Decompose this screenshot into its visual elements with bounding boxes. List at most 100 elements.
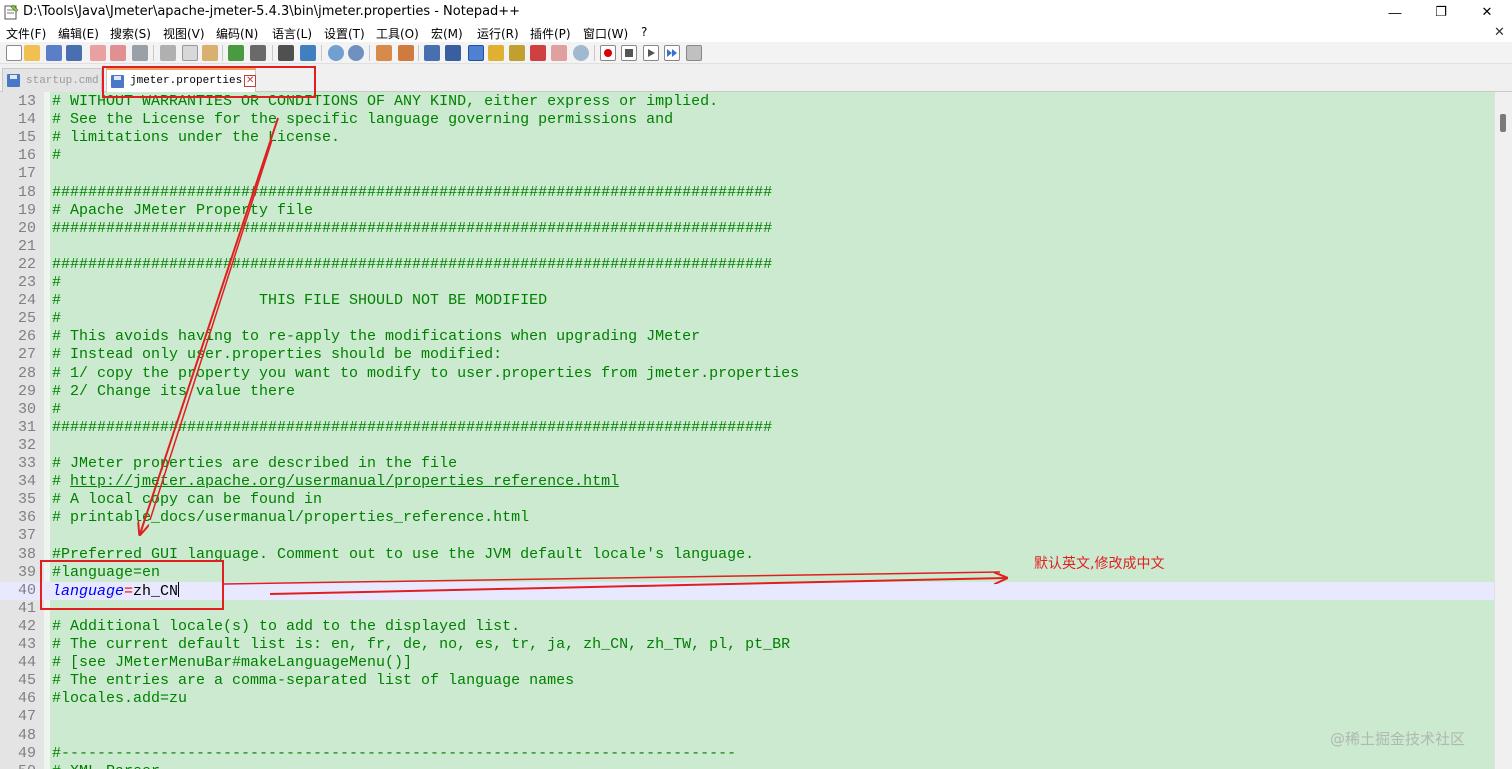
- line-number: 25: [17, 310, 36, 328]
- line-text: # [see JMeterMenuBar#makeLanguageMenu()]: [52, 654, 413, 672]
- code-line[interactable]: 45 # The entries are a comma-separated li…: [0, 672, 1494, 690]
- sync-vertical-icon[interactable]: [376, 45, 392, 61]
- code-line[interactable]: 48: [0, 727, 1494, 745]
- code-line[interactable]: 26 # This avoids having to re-apply the m…: [0, 328, 1494, 346]
- tab-label: startup.cmd: [26, 74, 99, 87]
- cut-icon[interactable]: [160, 45, 176, 61]
- close-all-icon[interactable]: [110, 45, 126, 61]
- menu-view[interactable]: 视图(V): [163, 25, 205, 42]
- monitoring-icon[interactable]: [573, 45, 589, 61]
- code-line[interactable]: 46 #locales.add=zu: [0, 690, 1494, 708]
- code-line[interactable]: 34 # http://jmeter.apache.org/usermanual/…: [0, 473, 1494, 491]
- code-line[interactable]: 49 #-------------------------------------…: [0, 745, 1494, 763]
- code-line[interactable]: 39 #language=en: [0, 564, 1494, 582]
- code-line[interactable]: 33 # JMeter properties are described in t…: [0, 455, 1494, 473]
- code-line[interactable]: 30 #: [0, 401, 1494, 419]
- save-all-icon[interactable]: [66, 45, 82, 61]
- show-all-chars-icon[interactable]: [445, 45, 461, 61]
- line-number: 43: [17, 636, 36, 653]
- word-wrap-icon[interactable]: [424, 45, 440, 61]
- menu-help[interactable]: ?: [641, 25, 647, 39]
- record-macro-icon[interactable]: [600, 45, 616, 61]
- stop-macro-icon[interactable]: [621, 45, 637, 61]
- code-line[interactable]: 31 ######################################…: [0, 419, 1494, 437]
- menu-window[interactable]: 窗口(W): [583, 25, 628, 42]
- maximize-button[interactable]: ❐: [1418, 0, 1464, 24]
- play-macro-icon[interactable]: [643, 45, 659, 61]
- code-line[interactable]: 22 ######################################…: [0, 256, 1494, 274]
- redo-icon[interactable]: [250, 45, 266, 61]
- code-line[interactable]: 29 # 2/ Change its value there: [0, 383, 1494, 401]
- line-text: # Apache JMeter Property file: [52, 201, 314, 219]
- scrollbar-thumb[interactable]: [1500, 114, 1506, 132]
- code-line[interactable]: 14 # See the License for the specific lan…: [0, 111, 1494, 129]
- zoom-out-icon[interactable]: [348, 45, 364, 61]
- print-icon[interactable]: [132, 45, 148, 61]
- function-list-icon[interactable]: [530, 45, 546, 61]
- menu-file[interactable]: 文件(F): [6, 25, 46, 42]
- editor-area[interactable]: 13 # WITHOUT WARRANTIES OR CONDITIONS OF …: [0, 92, 1512, 769]
- line-number: 31: [17, 418, 36, 436]
- menu-search[interactable]: 搜索(S): [110, 25, 151, 42]
- close-document-button[interactable]: ✕: [1494, 24, 1505, 40]
- code-line[interactable]: 28 # 1/ copy the property you want to mod…: [0, 365, 1494, 383]
- menu-tools[interactable]: 工具(O): [376, 25, 419, 42]
- code-line[interactable]: 32: [0, 437, 1494, 455]
- user-lang-icon[interactable]: [488, 45, 504, 61]
- line-number: 16: [17, 147, 36, 165]
- replace-icon[interactable]: [300, 45, 316, 61]
- code-line[interactable]: 41: [0, 600, 1494, 618]
- code-line[interactable]: 15 # limitations under the License.: [0, 129, 1494, 147]
- code-line[interactable]: 21: [0, 238, 1494, 256]
- code-line[interactable]: 36 # printable_docs/usermanual/properties…: [0, 509, 1494, 527]
- menu-plugins[interactable]: 插件(P): [530, 25, 571, 42]
- menu-settings[interactable]: 设置(T): [324, 25, 365, 42]
- code-line[interactable]: 43 # The current default list is: en, fr,…: [0, 636, 1494, 654]
- code-line[interactable]: 20 ######################################…: [0, 220, 1494, 238]
- tab-startup-cmd[interactable]: startup.cmd: [2, 68, 102, 92]
- code-line[interactable]: 35 # A local copy can be found in: [0, 491, 1494, 509]
- minimize-button[interactable]: —: [1372, 0, 1418, 24]
- code-line[interactable]: 18 ######################################…: [0, 184, 1494, 202]
- new-file-icon[interactable]: [6, 45, 22, 61]
- close-icon[interactable]: [90, 45, 106, 61]
- line-number: 30: [17, 400, 36, 418]
- open-file-icon[interactable]: [24, 45, 40, 61]
- url-link[interactable]: http://jmeter.apache.org/usermanual/prop…: [70, 473, 619, 490]
- save-macro-icon[interactable]: [686, 45, 702, 61]
- code-line[interactable]: 37: [0, 527, 1494, 545]
- paste-icon[interactable]: [202, 45, 218, 61]
- menu-run[interactable]: 运行(R): [477, 25, 519, 42]
- folder-workspace-icon[interactable]: [551, 45, 567, 61]
- line-number: 14: [17, 111, 36, 129]
- code-line[interactable]: 25 #: [0, 310, 1494, 328]
- find-icon[interactable]: [278, 45, 294, 61]
- line-number: 22: [17, 255, 36, 273]
- code-line[interactable]: 47: [0, 708, 1494, 726]
- doc-map-icon[interactable]: [509, 45, 525, 61]
- indent-guide-icon[interactable]: [468, 45, 484, 61]
- sync-horizontal-icon[interactable]: [398, 45, 414, 61]
- code-line[interactable]: 19 # Apache JMeter Property file: [0, 202, 1494, 220]
- undo-icon[interactable]: [228, 45, 244, 61]
- vertical-scrollbar[interactable]: [1494, 92, 1512, 769]
- menu-edit[interactable]: 编辑(E): [58, 25, 99, 42]
- menu-encoding[interactable]: 编码(N): [216, 25, 258, 42]
- zoom-in-icon[interactable]: [328, 45, 344, 61]
- code-line[interactable]: 38 #Preferred GUI language. Comment out t…: [0, 546, 1494, 564]
- code-line[interactable]: 50 # XML Parser: [0, 763, 1494, 769]
- code-line[interactable]: 23 #: [0, 274, 1494, 292]
- code-line[interactable]: 17: [0, 165, 1494, 183]
- code-line[interactable]: 27 # Instead only user.properties should …: [0, 346, 1494, 364]
- menu-language[interactable]: 语言(L): [272, 25, 312, 42]
- run-macro-multiple-icon[interactable]: [664, 45, 680, 61]
- menu-macro[interactable]: 宏(M): [431, 25, 463, 42]
- code-line[interactable]: 44 # [see JMeterMenuBar#makeLanguageMenu(…: [0, 654, 1494, 672]
- code-line[interactable]: 24 # THIS FILE SHOULD NOT BE MODIFIED: [0, 292, 1494, 310]
- code-line[interactable]: 16 #: [0, 147, 1494, 165]
- code-line[interactable]: 40 language=zh_CN: [0, 581, 1494, 600]
- copy-icon[interactable]: [182, 45, 198, 61]
- code-line[interactable]: 42 # Additional locale(s) to add to the d…: [0, 618, 1494, 636]
- close-window-button[interactable]: ✕: [1464, 0, 1510, 24]
- save-icon[interactable]: [46, 45, 62, 61]
